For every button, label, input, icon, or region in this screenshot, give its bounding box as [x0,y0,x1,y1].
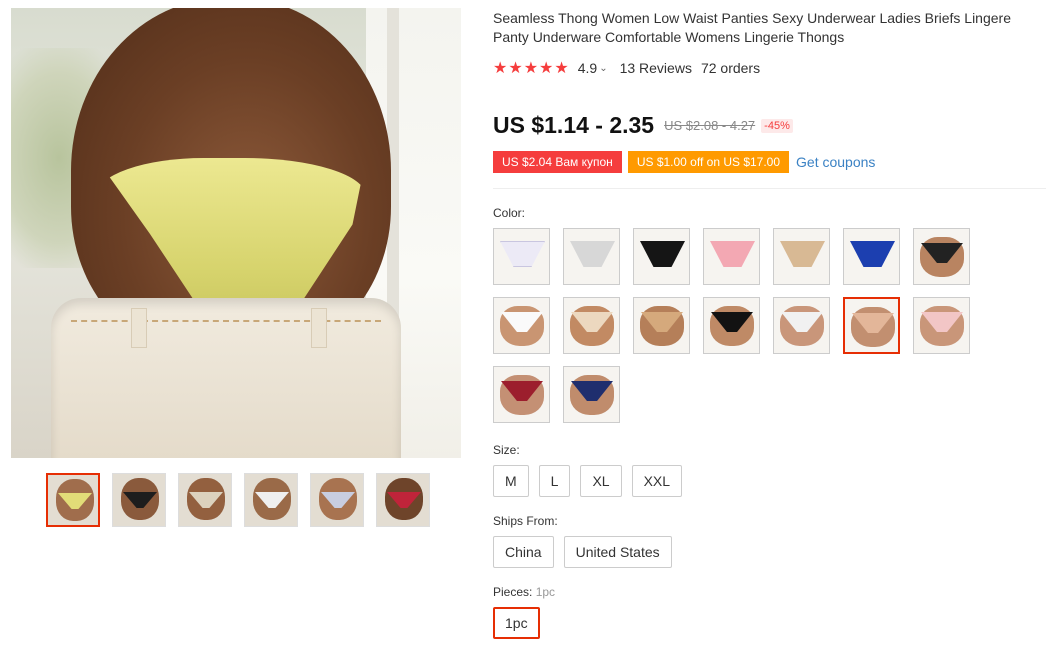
thumbnail-5[interactable] [310,473,364,527]
get-coupons-link[interactable]: Get coupons [796,154,875,170]
color-swatch-pink-lace[interactable] [913,297,970,354]
main-product-image[interactable] [11,8,461,458]
color-swatch-navy-lace[interactable] [563,366,620,423]
pieces-option-1pc[interactable]: 1pc [493,607,540,639]
thumbnail-6[interactable] [376,473,430,527]
ships-from-united-states[interactable]: United States [563,536,672,568]
pieces-options: 1pc [493,607,540,639]
color-swatch-model-nude[interactable] [563,297,620,354]
size-label: Size: [493,443,520,457]
color-swatch-model-black[interactable] [913,228,970,285]
thumbnail-2[interactable] [112,473,166,527]
product-title: Seamless Thong Women Low Waist Panties S… [493,10,1011,45]
size-option-l[interactable]: L [538,465,571,497]
color-swatch-grey[interactable] [563,228,620,285]
color-swatch-blue[interactable] [843,228,900,285]
ships-from-china[interactable]: China [493,536,554,568]
jeans [51,298,401,458]
pieces-label: Pieces: [493,585,533,599]
thumbnail-1[interactable] [46,473,100,527]
thumbnail-3[interactable] [178,473,232,527]
color-swatch-skin-lace[interactable] [843,297,900,354]
coupon-badge-threshold[interactable]: US $1.00 off on US $17.00 [627,151,790,173]
thumbnail-4[interactable] [244,473,298,527]
color-swatch-white-lace[interactable] [773,297,830,354]
color-swatch-model-tan[interactable] [633,297,690,354]
color-swatch-black-lace[interactable] [703,297,760,354]
rating-value[interactable]: 4.9 [578,60,597,76]
color-swatch-pink[interactable] [703,228,760,285]
current-price: US $1.14 - 2.35 [493,112,655,138]
jeans-stitching [71,320,381,322]
color-swatch-beige[interactable] [773,228,830,285]
price-row: US $1.14 - 2.35 US $2.08 - 4.27 -45% [493,112,793,139]
chevron-down-icon[interactable]: ⌄ [599,63,607,74]
orders-count: 72 orders [700,60,761,76]
divider [493,188,1046,189]
reviews-link[interactable]: 13 Reviews [620,60,692,76]
pieces-selected-value: 1pc [535,585,556,599]
original-price: US $2.08 - 4.27 [664,118,756,133]
coupon-badge-store[interactable]: US $2.04 Вам купон [493,151,622,173]
ships-from-label: Ships From: [493,514,558,528]
size-option-xl[interactable]: XL [580,465,622,497]
star-rating-icon: ★★★★★ [493,60,570,77]
color-swatch-black[interactable] [633,228,690,285]
thumbnail-strip [46,473,430,527]
color-swatch-model-white[interactable] [493,297,550,354]
rating-row: ★★★★★ 4.9 ⌄ 13 Reviews 72 orders [493,58,760,78]
size-option-xxl[interactable]: XXL [631,465,683,497]
belt-loop [311,308,327,348]
pieces-label-row: Pieces: 1pc [493,585,555,599]
ships-from-options: China United States [493,536,672,568]
color-swatch-wine-lace[interactable] [493,366,550,423]
discount-badge: -45% [761,118,793,133]
color-swatch-white[interactable] [493,228,550,285]
color-label: Color: [493,206,526,220]
color-swatches [493,228,983,423]
size-options: M L XL XXL [493,465,683,497]
coupon-row: US $2.04 Вам купон US $1.00 off on US $1… [493,151,875,173]
size-option-m[interactable]: M [493,465,529,497]
belt-loop [131,308,147,348]
